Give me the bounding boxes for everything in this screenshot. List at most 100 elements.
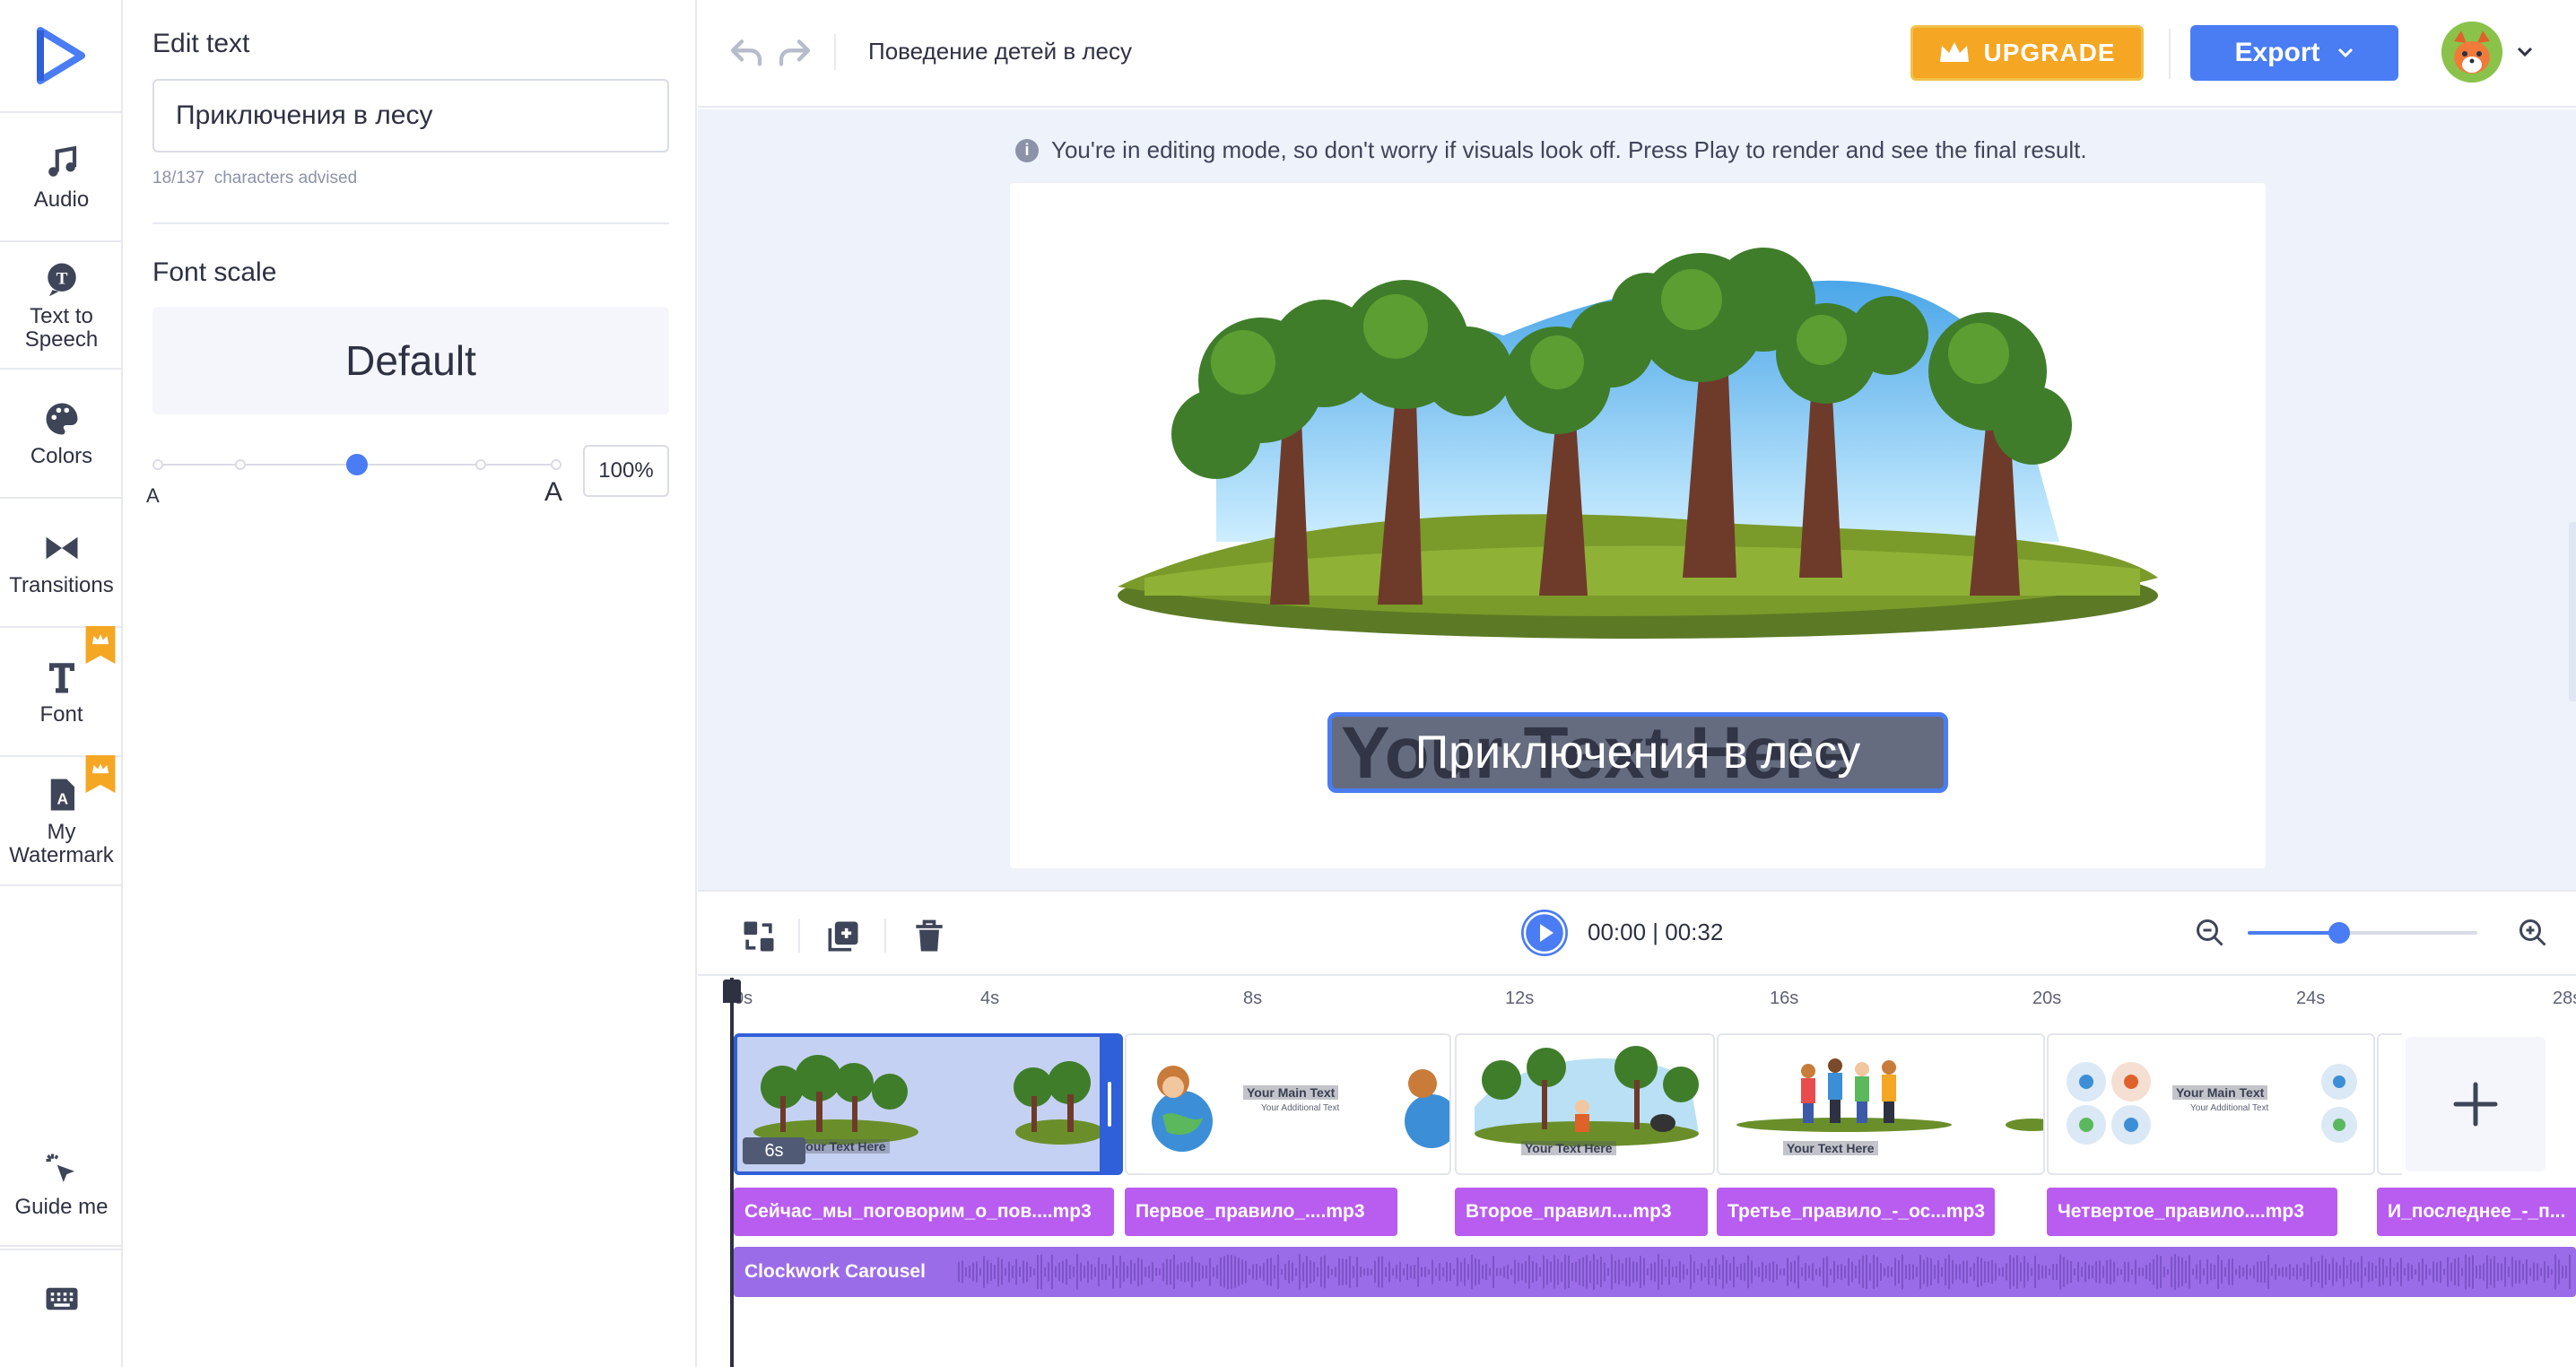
scene-caption: Your Main Text	[2172, 1085, 2268, 1100]
time-ruler[interactable]: 0s 4s 8s 12s 16s 20s 24s 28s	[698, 976, 2576, 1021]
playhead-handle[interactable]	[723, 980, 741, 1003]
rail-font-label: Font	[39, 702, 83, 727]
slider-step[interactable]	[551, 459, 561, 470]
scale-percent-field[interactable]: 100%	[583, 445, 669, 497]
svg-text:A: A	[57, 790, 68, 808]
scene-thumbnail[interactable]: Your Text Here	[1717, 1033, 2045, 1175]
undo-icon[interactable]	[727, 34, 766, 70]
slider-step[interactable]	[475, 459, 486, 470]
voiceover-clip[interactable]: Четвертое_правило....mp3	[2047, 1188, 2337, 1236]
logo-icon	[36, 27, 85, 84]
duplicate-icon[interactable]	[823, 917, 863, 956]
rail-audio[interactable]: Audio	[0, 115, 123, 242]
rail-text-to-speech[interactable]: T Text to Speech	[0, 244, 123, 370]
voiceover-clip[interactable]: Первое_правило_....mp3	[1125, 1188, 1397, 1236]
app-logo[interactable]	[0, 0, 121, 113]
crown-icon	[1940, 42, 1970, 62]
chevron-down-icon[interactable]	[2515, 45, 2535, 59]
ruler-label: 8s	[1243, 988, 1263, 1008]
toolbar-separator	[798, 919, 800, 953]
scene-thumbnail[interactable]: Your Main Text Your Additional Text	[1125, 1033, 1451, 1175]
rail-transitions[interactable]: Transitions	[0, 501, 123, 628]
play-icon	[1523, 911, 1566, 954]
keyboard-icon	[46, 1287, 77, 1310]
scale-large-label: A	[544, 477, 563, 507]
scene-resize-handle[interactable]	[1100, 1037, 1119, 1171]
swap-scenes-icon[interactable]	[739, 917, 779, 956]
music-track-name: Clockwork Carousel	[744, 1261, 926, 1282]
premium-crown-icon	[85, 755, 116, 793]
scene-canvas[interactable]: Your Text Here Приключения в лесу	[1010, 183, 2266, 868]
timeline: 00:00 | 00:32 0s 4s 8s 12s 16s 20s 24s 2…	[698, 890, 2576, 1367]
trash-icon[interactable]	[909, 917, 949, 956]
upgrade-button[interactable]: UPGRADE	[1910, 25, 2144, 81]
char-count-hint: characters advised	[213, 169, 358, 187]
rail-colors[interactable]: Colors	[0, 371, 123, 499]
edit-text-title: Edit text	[152, 29, 250, 58]
premium-crown-icon	[85, 626, 116, 664]
rail-guide-label: Guide me	[14, 1195, 109, 1219]
voiceover-clip[interactable]: И_последнее_-_п...	[2377, 1188, 2576, 1236]
rail-font[interactable]: Font	[0, 626, 123, 757]
preview-stage: i You're in editing mode, so don't worry…	[698, 109, 2576, 890]
zoom-out-icon[interactable]	[2194, 917, 2226, 949]
ruler-label: 24s	[2296, 988, 2326, 1008]
zoom-slider-fill	[2248, 931, 2339, 935]
text-input[interactable]: Приключения в лесу	[152, 79, 669, 152]
rail-colors-label: Colors	[30, 444, 93, 468]
export-button[interactable]: Export	[2190, 25, 2398, 81]
scene-caption: Your Main Text	[1243, 1085, 1339, 1100]
watermark-icon: A	[50, 779, 74, 811]
font-scale-slider[interactable]	[152, 454, 561, 475]
add-scene-button[interactable]	[2406, 1037, 2546, 1171]
people-group-thumbnail	[1736, 1058, 2043, 1132]
scene-caption: Your Text Here	[1521, 1141, 1616, 1155]
palette-icon	[46, 403, 77, 435]
top-header: Поведение детей в лесу UPGRADE Export	[698, 0, 2576, 108]
header-separator	[834, 34, 836, 70]
rail-watermark-label: My Watermark	[9, 820, 114, 867]
rail-keyboard[interactable]	[0, 1249, 123, 1347]
fox-avatar-icon	[2441, 22, 2502, 83]
rail-transitions-label: Transitions	[9, 573, 114, 597]
rail-guide-me[interactable]: Guide me	[0, 1125, 123, 1247]
slider-knob[interactable]	[346, 454, 368, 475]
speech-icon: T	[47, 263, 76, 297]
slider-step[interactable]	[152, 459, 163, 470]
scene-thumbnail[interactable]: Your Main Text Your Additional Text	[2047, 1033, 2375, 1175]
ruler-label: 4s	[980, 988, 1000, 1008]
stage-scroll-handle[interactable]	[2569, 522, 2576, 701]
plus-icon	[2453, 1082, 2498, 1127]
music-note-icon	[48, 145, 76, 177]
play-button[interactable]	[1521, 910, 1568, 956]
svg-text:T: T	[56, 269, 67, 288]
redo-icon[interactable]	[775, 34, 814, 70]
voiceover-clip[interactable]: Сейчас_мы_поговорим_о_пов....mp3	[734, 1188, 1114, 1236]
title-text-box[interactable]: Your Text Here Приключения в лесу	[1327, 712, 1948, 793]
playhead[interactable]	[730, 978, 734, 1367]
voiceover-clip[interactable]: Третье_правило_-_ос...mp3	[1717, 1188, 1995, 1236]
rail-text-to-speech-label: Text to Speech	[24, 304, 99, 352]
project-title[interactable]: Поведение детей в лесу	[868, 38, 1132, 65]
editing-notice: i You're in editing mode, so don't worry…	[1015, 136, 2087, 164]
edit-text-panel: Edit text Приключения в лесу 18/137 char…	[125, 0, 697, 1367]
music-track[interactable]: Clockwork Carousel	[734, 1247, 2576, 1297]
zoom-slider[interactable]	[2248, 922, 2477, 944]
zoom-slider-knob[interactable]	[2328, 922, 2350, 944]
user-avatar[interactable]	[2441, 22, 2502, 83]
scene-thumbnail[interactable]	[2377, 1033, 2402, 1175]
ruler-label: 20s	[2032, 988, 2062, 1008]
ruler-label: 28s	[2553, 988, 2576, 1008]
font-scale-preview[interactable]: Default	[152, 307, 669, 414]
time-display: 00:00 | 00:32	[1588, 919, 1724, 945]
scene-thumbnail[interactable]: Your Text Here 6s	[734, 1033, 1123, 1175]
slider-step[interactable]	[235, 459, 246, 470]
voiceover-clip[interactable]: Второе_правил....mp3	[1455, 1188, 1708, 1236]
scene-thumbnail[interactable]: Your Text Here	[1455, 1033, 1715, 1175]
ruler-label: 16s	[1770, 988, 1799, 1008]
waveform	[958, 1254, 2571, 1290]
scene-caption: Your Text Here	[1783, 1141, 1878, 1155]
rail-watermark[interactable]: A My Watermark	[0, 755, 123, 886]
header-separator	[2169, 29, 2171, 79]
zoom-in-icon[interactable]	[2517, 917, 2549, 949]
